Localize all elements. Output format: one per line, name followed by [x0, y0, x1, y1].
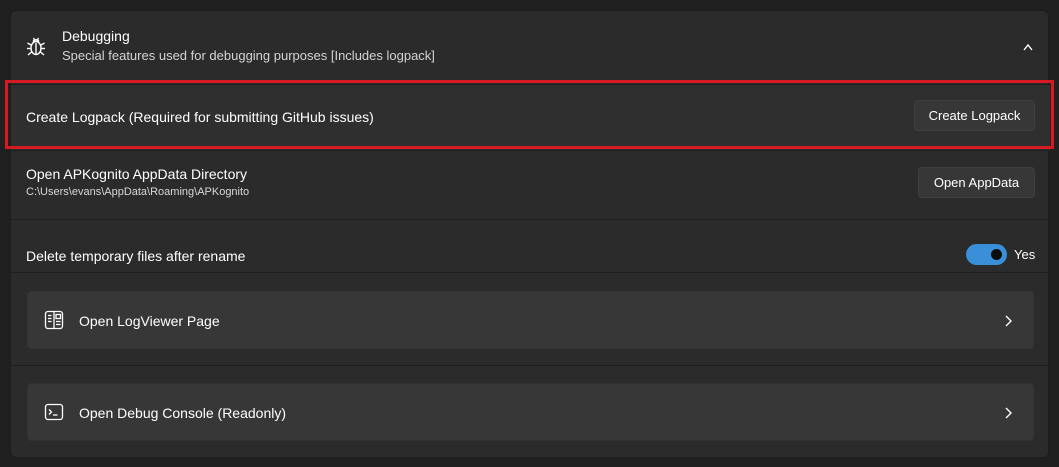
appdata-path: C:\Users\evans\AppData\Roaming\APKognito	[26, 186, 250, 198]
create-logpack-button[interactable]: Create Logpack	[914, 100, 1035, 131]
section-title: Debugging	[62, 28, 130, 44]
section-subtitle: Special features used for debugging purp…	[62, 48, 435, 63]
toggle-knob	[991, 249, 1002, 260]
open-logviewer-label: Open LogViewer Page	[79, 313, 220, 329]
log-viewer-icon	[44, 310, 64, 330]
open-debug-console-label: Open Debug Console (Readonly)	[79, 405, 287, 421]
toggle-state-label: Yes	[1014, 247, 1036, 262]
open-debug-console-card[interactable]: Open Debug Console (Readonly)	[27, 383, 1034, 441]
bug-icon	[27, 37, 45, 56]
create-logpack-row: Create Logpack (Required for submitting …	[11, 84, 1050, 150]
delete-temp-files-row: Delete temporary files after rename Yes	[11, 219, 1050, 272]
open-appdata-button[interactable]: Open AppData	[918, 167, 1035, 198]
create-logpack-label: Create Logpack (Required for submitting …	[26, 109, 374, 125]
debugging-panel: Debugging Special features used for debu…	[10, 10, 1050, 459]
chevron-right-icon	[1005, 315, 1012, 327]
collapse-button[interactable]	[1011, 35, 1045, 59]
debugging-header[interactable]: Debugging Special features used for debu…	[11, 11, 1050, 81]
card-divider	[11, 365, 1050, 366]
delete-temp-files-label: Delete temporary files after rename	[26, 248, 246, 264]
navigation-cards: Open LogViewer Page Open Debug Console (…	[11, 272, 1050, 459]
chevron-up-icon	[1023, 43, 1033, 51]
console-icon	[44, 403, 64, 421]
delete-temp-files-toggle[interactable]	[966, 244, 1007, 265]
open-logviewer-card[interactable]: Open LogViewer Page	[27, 291, 1034, 349]
open-appdata-row: Open APKognito AppData Directory C:\User…	[11, 150, 1050, 219]
open-appdata-label: Open APKognito AppData Directory	[26, 166, 248, 182]
chevron-right-icon	[1005, 407, 1012, 419]
